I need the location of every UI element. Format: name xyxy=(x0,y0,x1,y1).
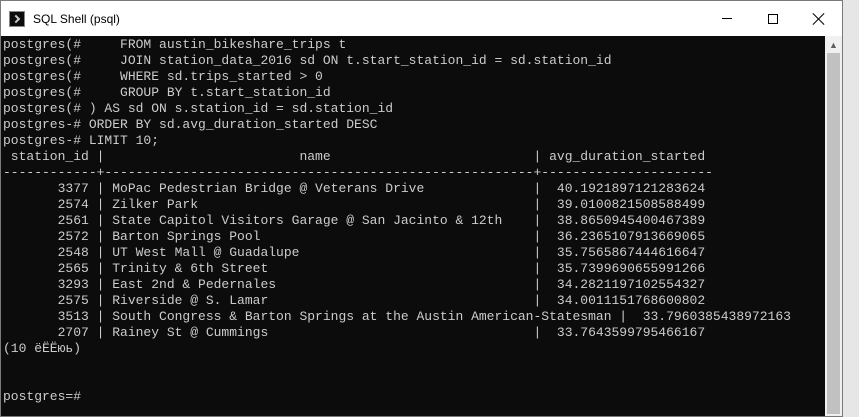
close-button[interactable] xyxy=(796,1,842,36)
minimize-icon xyxy=(722,18,732,19)
terminal-line: postgres(# GROUP BY t.start_station_id xyxy=(3,85,331,100)
terminal-line: postgres(# FROM austin_bikeshare_trips t xyxy=(3,37,347,52)
vertical-scrollbar[interactable]: ▲ xyxy=(825,36,842,416)
terminal-line: postgres=# xyxy=(3,389,82,404)
window-controls xyxy=(704,1,842,36)
maximize-button[interactable] xyxy=(750,1,796,36)
terminal-line: 3293 | East 2nd & Pedernales | 34.282119… xyxy=(3,277,706,292)
background-window-edge xyxy=(843,0,859,417)
minimize-button[interactable] xyxy=(704,1,750,36)
terminal-line: (10 ёЁЁюь) xyxy=(3,341,82,356)
terminal-line: 2548 | UT West Mall @ Guadalupe | 35.756… xyxy=(3,245,706,260)
terminal-line: postgres-# LIMIT 10; xyxy=(3,133,160,148)
close-icon xyxy=(813,13,825,25)
terminal-line: 2574 | Zilker Park | 39.0100821508588499 xyxy=(3,197,706,212)
terminal-line: 2561 | State Capitol Visitors Garage @ S… xyxy=(3,213,706,228)
terminal-line: 2707 | Rainey St @ Cummings | 33.7643599… xyxy=(3,325,706,340)
terminal-line: postgres-# ORDER BY sd.avg_duration_star… xyxy=(3,117,378,132)
psql-window: SQL Shell (psql) postgres(# FROM austin_… xyxy=(0,0,843,417)
scroll-thumb[interactable] xyxy=(827,53,840,414)
terminal-line: station_id | name | avg_duration_started xyxy=(3,149,706,164)
terminal-line: 3377 | MoPac Pedestrian Bridge @ Veteran… xyxy=(3,181,706,196)
terminal-line: 2572 | Barton Springs Pool | 36.23651079… xyxy=(3,229,706,244)
terminal-line: postgres(# JOIN station_data_2016 sd ON … xyxy=(3,53,612,68)
title-bar[interactable]: SQL Shell (psql) xyxy=(1,1,842,36)
terminal-line: 3513 | South Congress & Barton Springs a… xyxy=(3,309,791,324)
terminal-line: 2565 | Trinity & 6th Street | 35.7399690… xyxy=(3,261,706,276)
scroll-up-arrow-icon[interactable]: ▲ xyxy=(825,36,842,53)
terminal-line: 2575 | Riverside @ S. Lamar | 34.0011151… xyxy=(3,293,706,308)
window-title: SQL Shell (psql) xyxy=(33,11,120,26)
terminal-app-icon xyxy=(9,10,25,27)
maximize-icon xyxy=(768,13,778,24)
terminal-line: postgres(# WHERE sd.trips_started > 0 xyxy=(3,69,323,84)
terminal-line: postgres(# ) AS sd ON s.station_id = sd.… xyxy=(3,101,394,116)
terminal-output[interactable]: postgres(# FROM austin_bikeshare_trips t… xyxy=(1,36,825,416)
terminal-lines: postgres(# FROM austin_bikeshare_trips t… xyxy=(3,37,791,405)
terminal-line: ------------+---------------------------… xyxy=(3,165,713,180)
